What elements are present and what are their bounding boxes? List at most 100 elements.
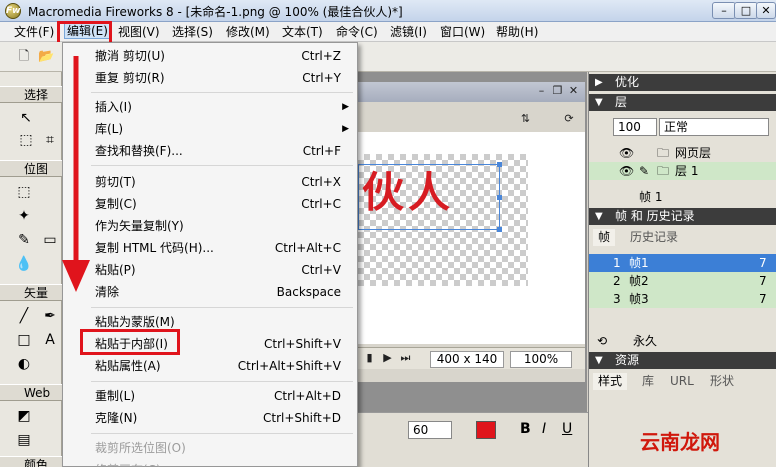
frame-row-2[interactable]: 2 帧2 7 [589, 272, 776, 290]
stop-icon[interactable]: ▮ [362, 351, 377, 366]
menu-library[interactable]: 库(L) ▶ [63, 118, 357, 140]
doc-restore-icon[interactable]: ❐ [550, 84, 565, 99]
frame-row-3[interactable]: 3 帧3 7 [589, 290, 776, 308]
menu-copy[interactable]: 复制(C) Ctrl+C [63, 193, 357, 215]
menu-shortcut: Ctrl+F [302, 144, 341, 158]
menu-commands[interactable]: 命令(C) [336, 24, 378, 40]
pointer-tool-icon[interactable]: ↖ [16, 108, 36, 128]
eraser-tool-icon[interactable]: ▭ [40, 230, 60, 250]
menu-modify[interactable]: 修改(M) [226, 24, 270, 40]
line-tool-icon[interactable]: ╱ [14, 306, 34, 326]
preview-arrows-icon[interactable]: ⇅ [518, 112, 533, 127]
next-frame-icon[interactable]: ⏭ [398, 351, 413, 366]
menu-insert[interactable]: 插入(I) ▶ [63, 96, 357, 118]
selection-handle-r[interactable] [497, 195, 502, 200]
tab-styles[interactable]: 样式 [593, 373, 628, 390]
slice-tool-icon[interactable]: ▤ [14, 430, 34, 450]
menu-find-replace[interactable]: 查找和替换(F)... Ctrl+F [63, 140, 357, 162]
frame-number: 2 [613, 274, 621, 288]
menu-label: 复制 HTML 代码(H)... [95, 241, 214, 255]
menu-select[interactable]: 选择(S) [172, 24, 213, 40]
selection-handle-tr[interactable] [497, 162, 502, 167]
play-icon[interactable]: ▶ [380, 351, 395, 366]
underline-button[interactable]: U [562, 421, 572, 437]
tab-frames[interactable]: 帧 [593, 229, 616, 246]
menu-paste[interactable]: 粘贴(P) Ctrl+V [63, 259, 357, 281]
frame-label: 帧 1 [639, 190, 663, 204]
selection-handle-br[interactable] [497, 227, 502, 232]
loop-label[interactable]: 永久 [633, 332, 657, 350]
magic-wand-tool-icon[interactable]: ✦ [14, 206, 34, 226]
tab-history[interactable]: 历史记录 [625, 229, 683, 246]
window-title: Macromedia Fireworks 8 - [未命名-1.png @ 10… [28, 5, 403, 19]
canvas-text[interactable]: 伙人 [362, 168, 454, 218]
menu-separator [91, 381, 353, 382]
menu-cut[interactable]: 剪切(T) Ctrl+X [63, 171, 357, 193]
frame-row-1[interactable]: 1 帧1 7 [589, 254, 776, 272]
menu-clone[interactable]: 克隆(N) Ctrl+Shift+D [63, 407, 357, 429]
menu-filters[interactable]: 滤镜(I) [390, 24, 427, 40]
menu-shortcut: Ctrl+X [301, 175, 341, 189]
menu-redo[interactable]: 重复 剪切(R) Ctrl+Y [63, 67, 357, 89]
menu-copy-as-vector[interactable]: 作为矢量复制(Y) [63, 215, 357, 237]
hotspot-tool-icon[interactable]: ◩ [14, 406, 34, 426]
frames-history-header[interactable]: ▼ 帧 和 历史记录 [589, 208, 776, 225]
minimize-button[interactable]: – [712, 2, 736, 19]
optimize-panel-header[interactable]: ▶ 优化 [589, 74, 776, 91]
text-tool-icon[interactable]: A [40, 330, 60, 350]
text-color-swatch[interactable] [476, 421, 496, 439]
menu-clear[interactable]: 清除 Backspace [63, 281, 357, 303]
assets-panel-header[interactable]: ▼ 资源 [589, 352, 776, 369]
menu-help[interactable]: 帮助(H) [496, 24, 538, 40]
layer-row-1[interactable]: 👁 ✎ 🗀 层 1 [589, 162, 776, 180]
layer-row-web[interactable]: 👁 🗀 网页层 [589, 144, 776, 162]
document-canvas[interactable]: 伙人 [358, 132, 585, 344]
menu-label: 粘贴(P) [95, 263, 136, 277]
pen-tool-icon[interactable]: ✒ [40, 306, 60, 326]
layer-opacity-field[interactable]: 100 [613, 118, 657, 136]
menu-file[interactable]: 文件(F) [14, 24, 54, 40]
tab-library[interactable]: 库 [637, 373, 659, 390]
eye-icon[interactable]: 👁 [619, 144, 634, 162]
document-status-bar: ▮ ▶ ⏭ 400 x 140 100% [358, 347, 585, 369]
blend-mode-select[interactable]: 正常 [659, 118, 769, 136]
open-folder-icon[interactable]: 📂 [38, 49, 54, 65]
menu-label: 重复 剪切(R) [95, 71, 165, 85]
zoom-select[interactable]: 100% [510, 351, 572, 368]
menu-undo[interactable]: 撤消 剪切(U) Ctrl+Z [63, 45, 357, 67]
layers-panel-header[interactable]: ▼ 层 [589, 94, 776, 111]
title-bar: Fw Macromedia Fireworks 8 - [未命名-1.png @… [0, 0, 776, 22]
expanded-triangle-icon: ▼ [595, 355, 603, 366]
freeform-tool-icon[interactable]: ◐ [14, 354, 34, 374]
tab-url[interactable]: URL [665, 373, 699, 390]
tab-shapes[interactable]: 形状 [705, 373, 739, 390]
pencil-tool-icon[interactable]: ✎ [14, 230, 34, 250]
menu-window[interactable]: 窗口(W) [440, 24, 485, 40]
tools-section-color: 颜色 [0, 456, 62, 467]
blur-tool-icon[interactable]: 💧 [14, 254, 34, 274]
crop-tool-icon[interactable]: ⌗ [40, 130, 60, 150]
folder-icon: 🗀 [657, 146, 670, 160]
new-document-icon[interactable]: 🗋 [16, 49, 32, 65]
menu-duplicate[interactable]: 重制(L) Ctrl+Alt+D [63, 385, 357, 407]
menu-text[interactable]: 文本(T) [282, 24, 323, 40]
maximize-button[interactable]: □ [734, 2, 758, 19]
close-button[interactable]: ✕ [756, 2, 776, 19]
canvas-size-readout: 400 x 140 [430, 351, 504, 368]
font-size-field[interactable]: 60 [408, 421, 452, 439]
doc-minimize-icon[interactable]: – [534, 84, 549, 99]
loop-icon[interactable]: ⟲ [597, 332, 607, 350]
marquee-tool-icon[interactable]: ⬚ [14, 182, 34, 202]
scale-tool-icon[interactable]: ⬚ [16, 130, 36, 150]
right-panel-dock: ▶ 优化 ▼ 层 100 正常 👁 🗀 网页层 👁 ✎ 🗀 层 1 帧 1 ▼ … [588, 72, 776, 467]
quick-export-icon[interactable]: ⟳ [558, 112, 580, 127]
menu-view[interactable]: 视图(V) [118, 24, 160, 40]
italic-button[interactable]: I [542, 421, 546, 437]
menu-paste-attributes[interactable]: 粘贴属性(A) Ctrl+Alt+Shift+V [63, 355, 357, 377]
rectangle-tool-icon[interactable]: □ [14, 330, 34, 350]
menu-bar: 文件(F) 编辑(E) 视图(V) 选择(S) 修改(M) 文本(T) 命令(C… [0, 22, 776, 42]
bold-button[interactable]: B [520, 421, 531, 437]
eye-icon[interactable]: 👁 [619, 162, 634, 180]
doc-close-icon[interactable]: ✕ [566, 84, 581, 99]
menu-copy-html[interactable]: 复制 HTML 代码(H)... Ctrl+Alt+C [63, 237, 357, 259]
